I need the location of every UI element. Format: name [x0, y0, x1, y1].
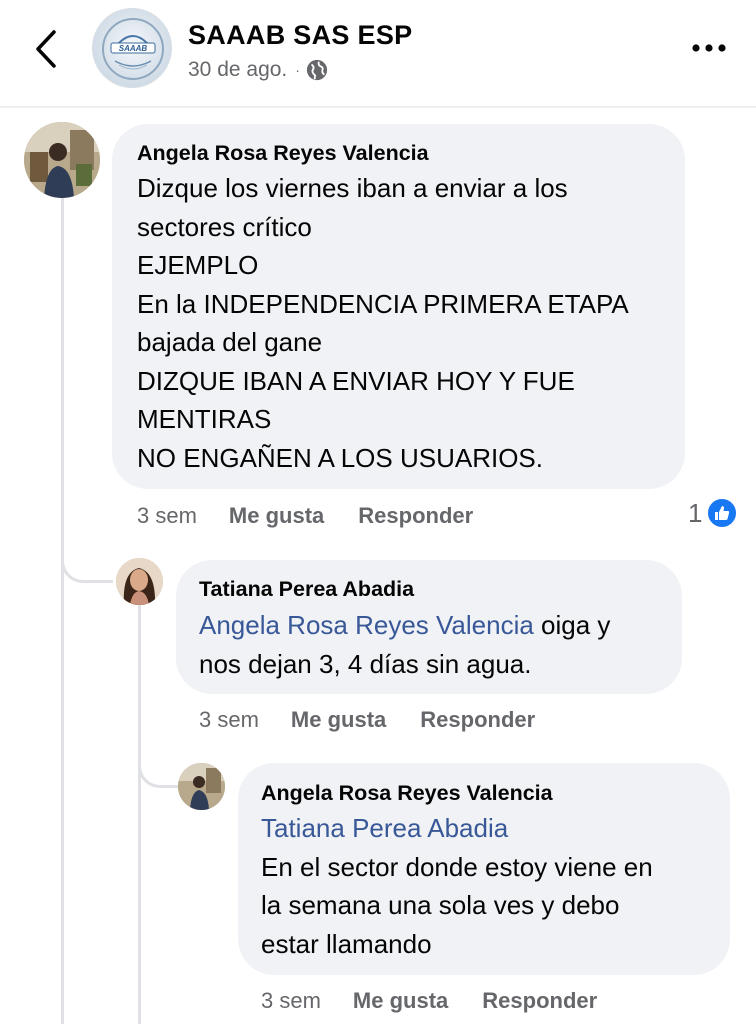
comment-line: Dizque los viernes iban a enviar a los [137, 173, 568, 203]
reply-button[interactable]: Responder [482, 988, 597, 1014]
back-button[interactable] [28, 26, 64, 72]
comment-author[interactable]: Angela Rosa Reyes Valencia [137, 141, 429, 166]
avatar-photo [116, 558, 163, 605]
comment-line: DIZQUE IBAN A ENVIAR HOY Y FUE [137, 365, 575, 396]
avatar-photo [24, 122, 100, 198]
commenter-avatar-angela[interactable] [24, 122, 100, 198]
more-horizontal-icon [692, 44, 726, 52]
comment-line: MENTIRAS [137, 404, 272, 434]
post-date[interactable]: 30 de ago. [188, 58, 287, 82]
comment-line: En la INDEPENDENCIA PRIMERA ETAPA [137, 288, 629, 319]
like-icon [706, 497, 739, 529]
globe-icon [306, 59, 328, 81]
reply-actions: 3 sem Me gusta Responder [199, 707, 569, 733]
comment-line: NO ENGAÑEN A LOS USUARIOS. [137, 442, 543, 473]
comment-actions: 3 sem Me gusta Responder [137, 503, 507, 529]
comment-line: sectores crítico [137, 211, 312, 242]
reaction-summary[interactable]: 1 [688, 497, 739, 529]
reply-button[interactable]: Responder [358, 503, 473, 529]
like-button[interactable]: Me gusta [291, 707, 386, 733]
thread-line-level2 [138, 605, 141, 1024]
avatar-photo [178, 763, 225, 810]
post-header: SAAAB SAAAB SAS ESP 30 de ago. · [0, 0, 756, 108]
comment-thread-screen: SAAAB SAAAB SAS ESP 30 de ago. · Angela … [0, 0, 756, 1024]
page-logo: SAAAB [93, 9, 171, 87]
reaction-count: 1 [688, 497, 703, 528]
more-options-button[interactable] [690, 38, 730, 58]
like-button[interactable]: Me gusta [353, 988, 448, 1014]
comment-line: EJEMPLO [137, 250, 259, 280]
like-button[interactable]: Me gusta [229, 503, 324, 529]
reply-timestamp[interactable]: 3 sem [199, 707, 259, 733]
nested-reply-line: la semana una sola ves y debo [261, 890, 620, 920]
commenter-avatar-tatiana[interactable] [116, 558, 163, 605]
mention-link[interactable]: Tatiana Perea Abadia [261, 809, 653, 848]
nested-reply-line: En el sector donde estoy viene en [261, 851, 653, 882]
comment-timestamp[interactable]: 3 sem [137, 503, 197, 529]
page-avatar[interactable]: SAAAB [92, 8, 172, 88]
meta-separator: · [295, 62, 300, 78]
thread-line-level1 [61, 198, 64, 1024]
nested-reply-actions: 3 sem Me gusta Responder [261, 988, 631, 1014]
commenter-avatar-angela-small[interactable] [178, 763, 225, 810]
chevron-left-icon [36, 30, 56, 68]
reply-button[interactable]: Responder [420, 707, 535, 733]
post-meta: 30 de ago. · [188, 58, 328, 82]
thread-connector-reply2 [138, 760, 178, 788]
nested-reply-text: Tatiana Perea Abadia En el sector donde … [261, 809, 653, 963]
reply-line: Angela Rosa Reyes Valencia oiga y [199, 606, 610, 645]
thread-connector-reply1 [61, 555, 113, 583]
comment-line: bajada del gane [137, 327, 323, 357]
mention-link[interactable]: Angela Rosa Reyes Valencia [199, 610, 534, 640]
reply-line: nos dejan 3, 4 días sin agua. [199, 648, 532, 679]
reply-author[interactable]: Tatiana Perea Abadia [199, 577, 414, 602]
nested-reply-timestamp[interactable]: 3 sem [261, 988, 321, 1014]
nested-reply-author[interactable]: Angela Rosa Reyes Valencia [261, 781, 553, 806]
comment-text: Dizque los viernes iban a enviar a los s… [137, 169, 629, 477]
page-name[interactable]: SAAAB SAS ESP [188, 20, 412, 51]
nested-reply-line: estar llamando [261, 928, 432, 959]
reply-line-rest: oiga y [533, 610, 611, 640]
page-logo-text: SAAAB [119, 44, 148, 53]
reply-text: Angela Rosa Reyes Valencia oiga y nos de… [199, 606, 610, 683]
